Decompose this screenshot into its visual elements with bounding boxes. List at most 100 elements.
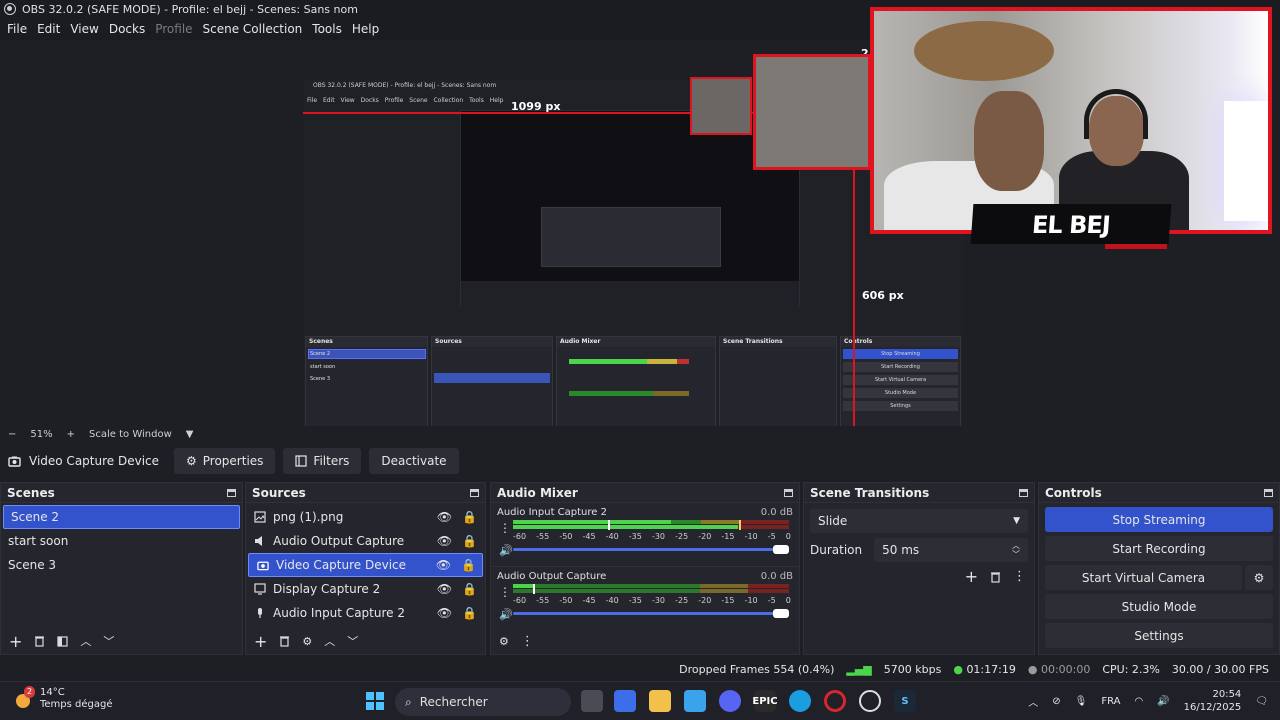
menu-file[interactable]: File bbox=[2, 22, 32, 36]
kebab-menu-icon[interactable]: ⋮ bbox=[521, 634, 534, 649]
duration-label: Duration bbox=[810, 543, 863, 557]
weather-widget[interactable]: 2 14°C Temps dégagé bbox=[14, 686, 113, 711]
start-recording-button[interactable]: Start Recording bbox=[1045, 536, 1273, 561]
transition-select[interactable]: Slide ▼ bbox=[810, 509, 1028, 533]
kebab-menu-icon[interactable]: ⋮ bbox=[1013, 569, 1026, 584]
menu-tools[interactable]: Tools bbox=[307, 22, 347, 36]
source-item[interactable]: Display Capture 2 👁 🔒 bbox=[246, 577, 485, 601]
lock-icon[interactable]: 🔒 bbox=[462, 606, 477, 620]
stop-streaming-button[interactable]: Stop Streaming bbox=[1045, 507, 1273, 532]
menu-help[interactable]: Help bbox=[347, 22, 384, 36]
discord-icon[interactable] bbox=[719, 690, 741, 712]
menu-profile[interactable]: Profile bbox=[150, 22, 197, 36]
deactivate-button[interactable]: Deactivate bbox=[369, 448, 459, 474]
filter-icon[interactable] bbox=[57, 635, 69, 647]
epic-games-icon[interactable]: EPIC bbox=[752, 690, 778, 712]
store-icon[interactable] bbox=[684, 690, 706, 712]
dock-float-icon[interactable] bbox=[1019, 488, 1028, 497]
menu-view[interactable]: View bbox=[65, 22, 103, 36]
virtual-camera-settings-button[interactable]: ⚙ bbox=[1245, 565, 1273, 590]
menu-edit[interactable]: Edit bbox=[32, 22, 65, 36]
mixer-settings-icon[interactable]: ⚙ bbox=[499, 635, 509, 648]
eye-icon[interactable]: 👁 bbox=[436, 558, 451, 572]
dock-float-icon[interactable] bbox=[470, 488, 479, 497]
source-item[interactable]: Audio Output Capture 👁 🔒 bbox=[246, 529, 485, 553]
zoom-in-button[interactable]: + bbox=[67, 429, 75, 440]
bitrate: 5700 kbps bbox=[883, 662, 942, 676]
trash-icon[interactable] bbox=[279, 635, 290, 647]
add-icon[interactable]: + bbox=[965, 567, 978, 586]
volume-slider[interactable] bbox=[513, 609, 789, 618]
filters-button[interactable]: Filters bbox=[283, 448, 362, 474]
clock[interactable]: 20:54 16/12/2025 bbox=[1184, 688, 1242, 714]
chevron-up-icon[interactable]: ︿ bbox=[324, 633, 335, 649]
meter-ticks: -60 -55 -50 -45 -40 -35 -30 -25 -20 -15 -10 -5 0 bbox=[513, 596, 791, 605]
preview-area[interactable]: OBS 32.0.2 (SAFE MODE) - Profile: el bej… bbox=[0, 7, 1280, 460]
eye-icon[interactable]: 👁 bbox=[437, 534, 452, 548]
stream-time: ● 01:17:19 bbox=[953, 662, 1016, 676]
context-source-name: Video Capture Device bbox=[29, 454, 160, 468]
add-icon[interactable]: + bbox=[9, 632, 22, 651]
properties-button[interactable]: ⚙ Properties bbox=[174, 448, 276, 474]
kebab-menu-icon[interactable]: ⋮ bbox=[499, 521, 511, 535]
edge-icon[interactable] bbox=[789, 690, 811, 712]
studio-mode-button[interactable]: Studio Mode bbox=[1045, 594, 1273, 619]
settings-button[interactable]: Settings bbox=[1045, 623, 1273, 648]
mixer-header: Audio Mixer bbox=[491, 483, 799, 503]
chevron-down-icon[interactable]: ﹀ bbox=[103, 633, 114, 649]
opera-icon[interactable] bbox=[824, 690, 846, 712]
steam-icon[interactable]: S bbox=[894, 690, 916, 712]
notification-icon[interactable]: 🗨 bbox=[1255, 696, 1268, 707]
windows-start-icon[interactable] bbox=[364, 690, 386, 712]
tray-app-icon[interactable]: ⊘ bbox=[1052, 696, 1060, 707]
eye-icon[interactable]: 👁 bbox=[437, 606, 452, 620]
source-item[interactable]: png (1).png 👁 🔒 bbox=[246, 505, 485, 529]
volume-icon[interactable]: 🔊 bbox=[499, 544, 513, 557]
task-view-icon[interactable] bbox=[581, 690, 603, 712]
gear-icon[interactable]: ⚙ bbox=[302, 635, 312, 648]
eye-icon[interactable]: 👁 bbox=[437, 510, 452, 524]
lock-icon[interactable]: 🔒 bbox=[462, 534, 477, 548]
spinner-icon[interactable]: ︿ ﹀ bbox=[1012, 541, 1020, 559]
source-item[interactable]: Audio Input Capture 2 👁 🔒 bbox=[246, 601, 485, 625]
microphone-icon[interactable]: 🎙 bbox=[1075, 696, 1088, 707]
scene-item-scene-3[interactable]: Scene 3 bbox=[1, 553, 242, 577]
transition-actions: + ⋮ bbox=[965, 567, 1026, 586]
scene-item-scene-2[interactable]: Scene 2 bbox=[3, 505, 240, 529]
menu-docks[interactable]: Docks bbox=[104, 22, 150, 36]
dock-float-icon[interactable] bbox=[1264, 488, 1273, 497]
volume-icon[interactable]: 🔊 bbox=[499, 608, 513, 621]
eye-icon[interactable]: 👁 bbox=[437, 582, 452, 596]
scene-item-start-soon[interactable]: start soon bbox=[1, 529, 242, 553]
app-icon[interactable] bbox=[614, 690, 636, 712]
language-indicator[interactable]: FRA bbox=[1101, 696, 1120, 707]
trash-icon[interactable] bbox=[34, 635, 45, 647]
zoom-mode[interactable]: Scale to Window bbox=[89, 429, 172, 440]
volume-slider[interactable] bbox=[513, 545, 789, 554]
file-explorer-icon[interactable] bbox=[649, 690, 671, 712]
webcam-overlay[interactable] bbox=[870, 7, 1272, 234]
zoom-out-button[interactable]: − bbox=[8, 429, 16, 440]
chevron-up-icon[interactable]: ︿ bbox=[1028, 694, 1038, 709]
stream-dot-icon: ● bbox=[953, 662, 963, 676]
lock-icon[interactable]: 🔒 bbox=[462, 510, 477, 524]
add-icon[interactable]: + bbox=[254, 632, 267, 651]
wifi-icon[interactable]: ◠ bbox=[1134, 696, 1143, 707]
chevron-up-icon[interactable]: ︿ bbox=[80, 633, 91, 649]
source-item-selected[interactable]: Video Capture Device 👁 🔒 bbox=[248, 553, 483, 577]
duration-input[interactable]: 50 ms ︿ ﹀ bbox=[874, 538, 1028, 562]
dock-float-icon[interactable] bbox=[227, 488, 236, 497]
menu-scene-collection[interactable]: Scene Collection bbox=[198, 22, 308, 36]
start-virtual-camera-button[interactable]: Start Virtual Camera bbox=[1045, 565, 1242, 590]
lock-icon[interactable]: 🔒 bbox=[462, 582, 477, 596]
dock-float-icon[interactable] bbox=[784, 488, 793, 497]
obs-taskbar-icon[interactable] bbox=[859, 690, 881, 712]
volume-icon[interactable]: 🔊 bbox=[1157, 696, 1169, 707]
deactivate-label: Deactivate bbox=[381, 454, 447, 468]
lock-icon[interactable]: 🔒 bbox=[461, 558, 476, 572]
zoom-dropdown-icon[interactable]: ▼ bbox=[186, 429, 194, 440]
kebab-menu-icon[interactable]: ⋮ bbox=[499, 585, 511, 599]
chevron-down-icon[interactable]: ﹀ bbox=[347, 633, 358, 649]
taskbar-search[interactable]: ⌕ Rechercher bbox=[395, 688, 571, 716]
trash-icon[interactable] bbox=[990, 571, 1001, 583]
